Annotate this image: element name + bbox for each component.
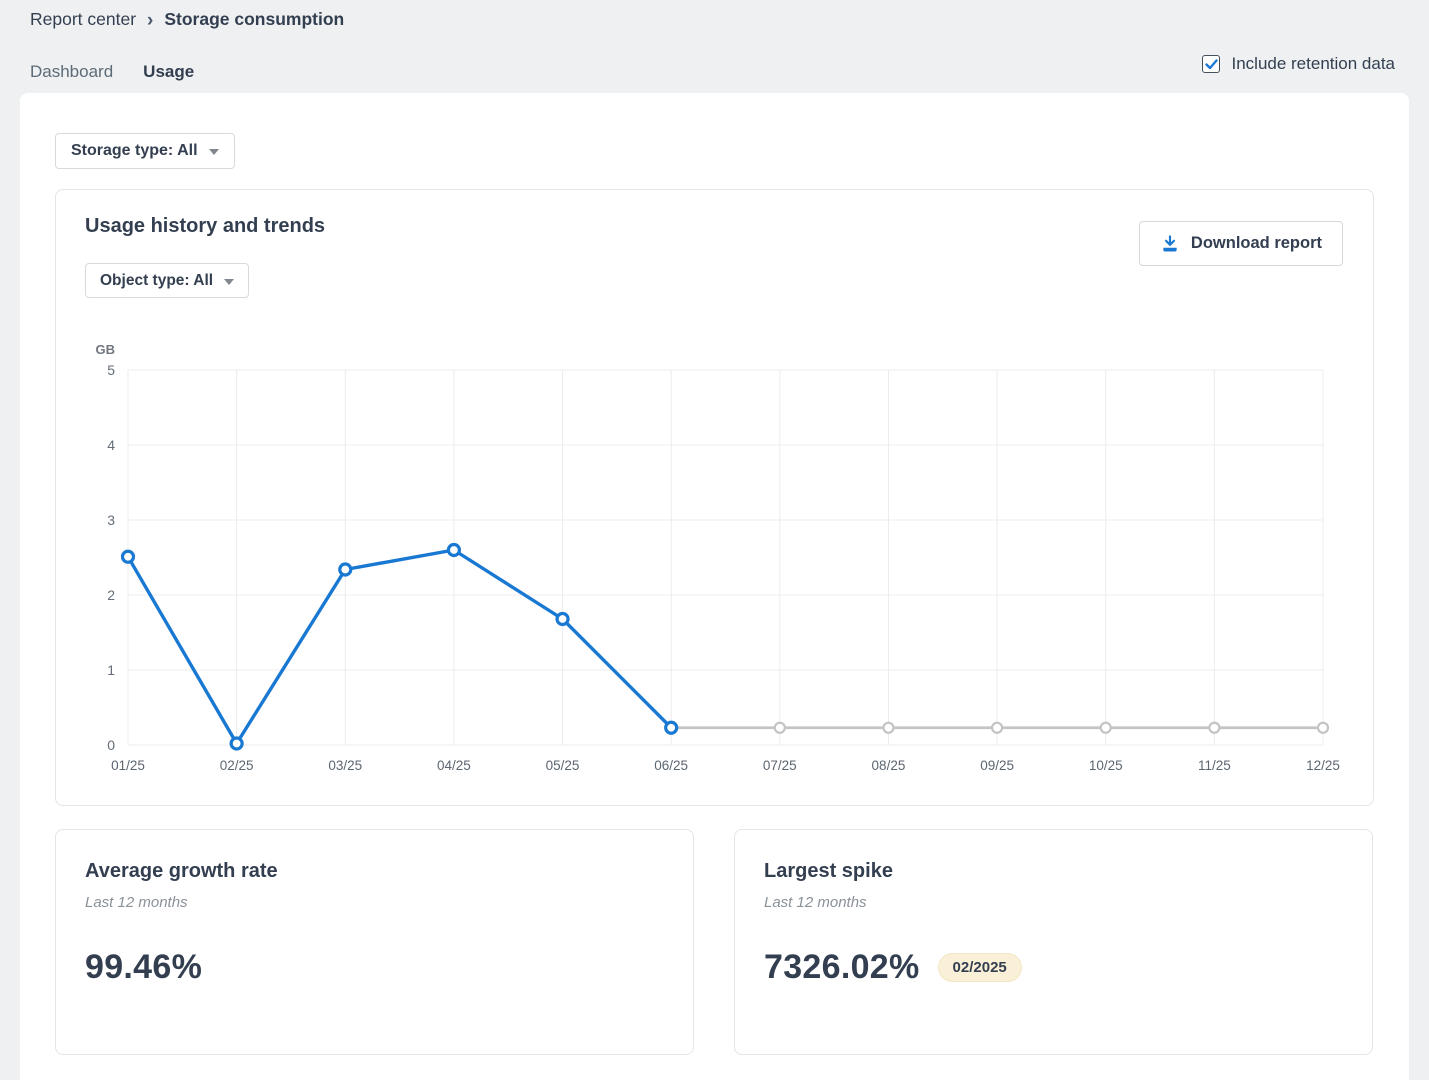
- retention-checkbox[interactable]: [1202, 55, 1220, 73]
- svg-text:09/25: 09/25: [980, 758, 1014, 773]
- breadcrumb-report-center[interactable]: Report center: [30, 9, 136, 30]
- largest-spike-card: Largest spike Last 12 months 7326.02% 02…: [734, 829, 1373, 1055]
- svg-text:07/25: 07/25: [763, 758, 797, 773]
- svg-text:08/25: 08/25: [872, 758, 906, 773]
- usage-card-title: Usage history and trends: [85, 215, 325, 238]
- average-growth-value: 99.46%: [85, 948, 202, 987]
- download-icon: [1160, 234, 1180, 254]
- usage-history-card: Usage history and trends Download report…: [55, 189, 1374, 806]
- largest-spike-date-badge: 02/2025: [938, 953, 1022, 982]
- largest-spike-subtitle: Last 12 months: [764, 894, 867, 911]
- largest-spike-value: 7326.02%: [764, 948, 920, 987]
- retention-checkbox-label: Include retention data: [1231, 54, 1395, 74]
- svg-text:05/25: 05/25: [546, 758, 580, 773]
- average-growth-title: Average growth rate: [85, 860, 278, 883]
- checkmark-icon: [1205, 59, 1218, 70]
- tab-dashboard[interactable]: Dashboard: [30, 62, 113, 96]
- svg-text:4: 4: [107, 437, 115, 453]
- usage-chart: 0 1 2 3 4 5 01/25 02/25 03/25 04/25 05/25 06/25 07/2…: [76, 336, 1346, 791]
- svg-text:3: 3: [107, 512, 115, 528]
- svg-text:2: 2: [107, 587, 115, 603]
- include-retention-toggle[interactable]: Include retention data: [1202, 54, 1395, 74]
- svg-text:12/25: 12/25: [1306, 758, 1340, 773]
- average-growth-subtitle: Last 12 months: [85, 894, 188, 911]
- storage-type-dropdown-label: Storage type: All: [71, 142, 198, 160]
- tab-bar: Dashboard Usage: [30, 62, 194, 96]
- chevron-down-icon: [224, 279, 234, 285]
- svg-text:5: 5: [107, 362, 115, 378]
- svg-text:10/25: 10/25: [1089, 758, 1123, 773]
- svg-text:03/25: 03/25: [328, 758, 362, 773]
- storage-type-dropdown[interactable]: Storage type: All: [55, 133, 235, 169]
- svg-text:06/25: 06/25: [654, 758, 688, 773]
- breadcrumb-current: Storage consumption: [164, 9, 344, 30]
- chevron-down-icon: [209, 149, 219, 155]
- breadcrumb-separator-icon: ›: [147, 10, 153, 30]
- download-report-button[interactable]: Download report: [1139, 221, 1343, 266]
- object-type-dropdown-label: Object type: All: [100, 272, 213, 290]
- svg-text:04/25: 04/25: [437, 758, 471, 773]
- svg-text:02/25: 02/25: [220, 758, 254, 773]
- tab-usage[interactable]: Usage: [143, 62, 194, 96]
- svg-text:11/25: 11/25: [1198, 758, 1231, 773]
- svg-text:GB: GB: [96, 342, 116, 357]
- svg-text:01/25: 01/25: [111, 758, 145, 773]
- content-panel: Storage type: All Usage history and tren…: [20, 93, 1409, 1080]
- svg-text:0: 0: [107, 737, 115, 753]
- largest-spike-title: Largest spike: [764, 860, 893, 883]
- svg-text:1: 1: [107, 662, 115, 678]
- average-growth-card: Average growth rate Last 12 months 99.46…: [55, 829, 694, 1055]
- breadcrumb: Report center › Storage consumption: [30, 9, 344, 30]
- object-type-dropdown[interactable]: Object type: All: [85, 263, 249, 298]
- download-report-label: Download report: [1191, 234, 1322, 253]
